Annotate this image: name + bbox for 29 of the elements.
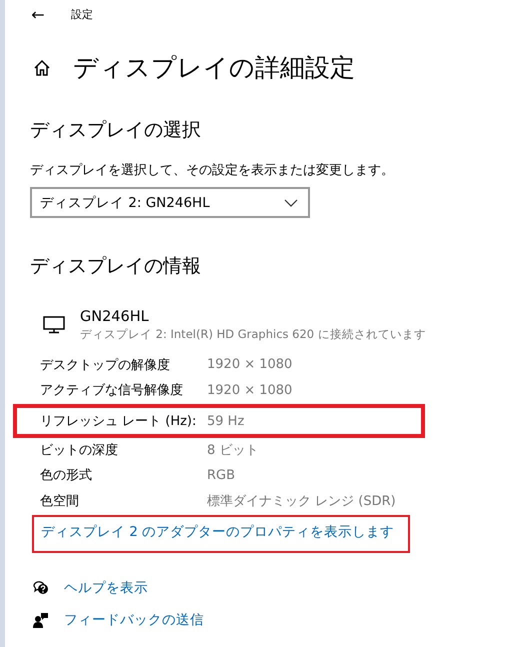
property-label: 色の形式 bbox=[40, 467, 93, 484]
property-value: 標準ダイナミック レンジ (SDR) bbox=[207, 492, 396, 510]
property-value: 1920 × 1080 bbox=[207, 382, 292, 398]
monitor-name: GN246HL bbox=[80, 309, 150, 325]
adapter-properties-link[interactable]: ディスプレイ 2 のアダプターのプロパティを表示します bbox=[32, 514, 410, 552]
home-icon[interactable] bbox=[33, 58, 51, 76]
property-label: ビットの深度 bbox=[40, 442, 119, 459]
property-label: アクティブな信号解像度 bbox=[40, 382, 184, 400]
property-value: 8 ビット bbox=[207, 442, 258, 459]
property-value: 1920 × 1080 bbox=[207, 357, 292, 372]
connection-text: ディスプレイ 2: Intel(R) HD Graphics 620 に接続されています bbox=[80, 327, 426, 342]
footer-link[interactable]: ヘルプを表示 bbox=[64, 578, 148, 596]
display-dropdown[interactable]: ディスプレイ 2: GN246HL bbox=[30, 187, 310, 218]
property-label: 色空間 bbox=[40, 492, 80, 510]
property-label: リフレッシュ レート (Hz): bbox=[40, 413, 198, 430]
help-icon bbox=[33, 580, 49, 596]
footer-link[interactable]: フィードバックの送信 bbox=[64, 610, 204, 628]
property-value: 59 Hz bbox=[207, 414, 244, 428]
property-label: デスクトップの解像度 bbox=[40, 356, 171, 374]
page-title: ディスプレイの詳細設定 bbox=[73, 52, 355, 84]
chevron-icon bbox=[284, 198, 298, 206]
section-description: ディスプレイを選択して、その設定を表示または変更します。 bbox=[30, 162, 395, 179]
section-heading: ディスプレイの情報 bbox=[30, 254, 202, 279]
section-heading: ディスプレイの選択 bbox=[30, 118, 202, 143]
monitor-icon bbox=[43, 316, 65, 334]
back-button[interactable]: ← bbox=[30, 4, 46, 24]
feedback-icon bbox=[33, 612, 49, 628]
window-title: 設定 bbox=[71, 6, 93, 22]
property-value: RGB bbox=[207, 468, 236, 483]
